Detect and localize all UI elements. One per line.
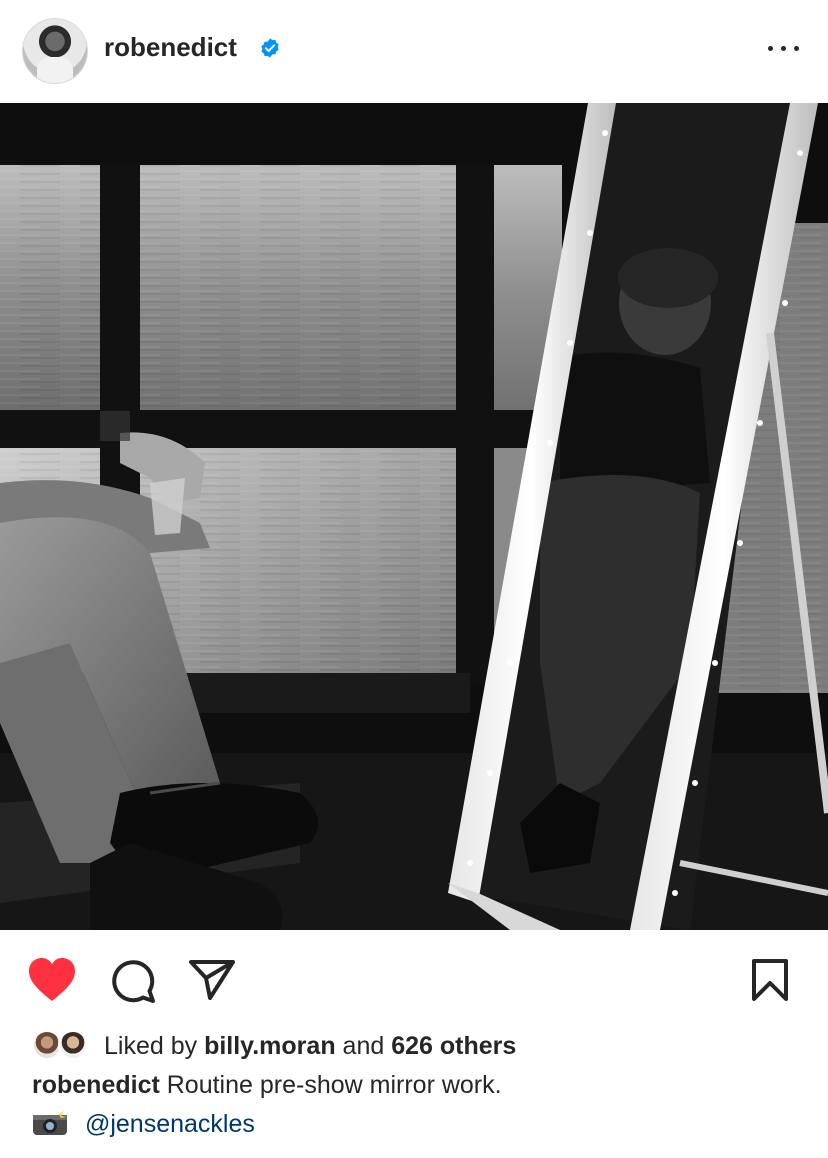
likes-count[interactable]: 626 others: [391, 1032, 516, 1060]
caption-text: Routine pre-show mirror work.: [166, 1071, 502, 1099]
caption-username[interactable]: robenedict: [32, 1071, 160, 1099]
action-bar: [0, 940, 828, 1020]
camera-flash-emoji: [32, 1108, 68, 1135]
liker-username[interactable]: billy.moran: [204, 1032, 336, 1060]
comment-bubble-icon[interactable]: [110, 958, 156, 1004]
mention-link[interactable]: @jensenackles: [85, 1110, 255, 1138]
heart-filled-icon[interactable]: [27, 957, 77, 1003]
likes-summary[interactable]: Liked by billy.moran and 626 others: [32, 1028, 812, 1068]
more-options-button[interactable]: [764, 36, 804, 60]
paper-plane-icon[interactable]: [188, 959, 236, 1001]
profile-avatar[interactable]: [22, 18, 88, 84]
bookmark-icon[interactable]: [750, 958, 790, 1002]
post-caption: robenedict Routine pre-show mirror work.: [32, 1071, 502, 1100]
post-header: robenedict: [0, 0, 828, 103]
likes-prefix: Liked by: [104, 1032, 198, 1060]
photo-credit: @jensenackles: [32, 1108, 255, 1139]
more-horizontal-icon: [768, 46, 773, 51]
liker-avatar: [58, 1030, 88, 1060]
post-username[interactable]: robenedict: [104, 32, 237, 63]
photo-image: [0, 103, 828, 930]
likes-joiner: and: [342, 1032, 385, 1060]
likes-text: Liked by billy.moran and 626 others: [104, 1032, 516, 1061]
post-photo[interactable]: [0, 103, 828, 930]
verified-badge-icon: [261, 38, 279, 58]
